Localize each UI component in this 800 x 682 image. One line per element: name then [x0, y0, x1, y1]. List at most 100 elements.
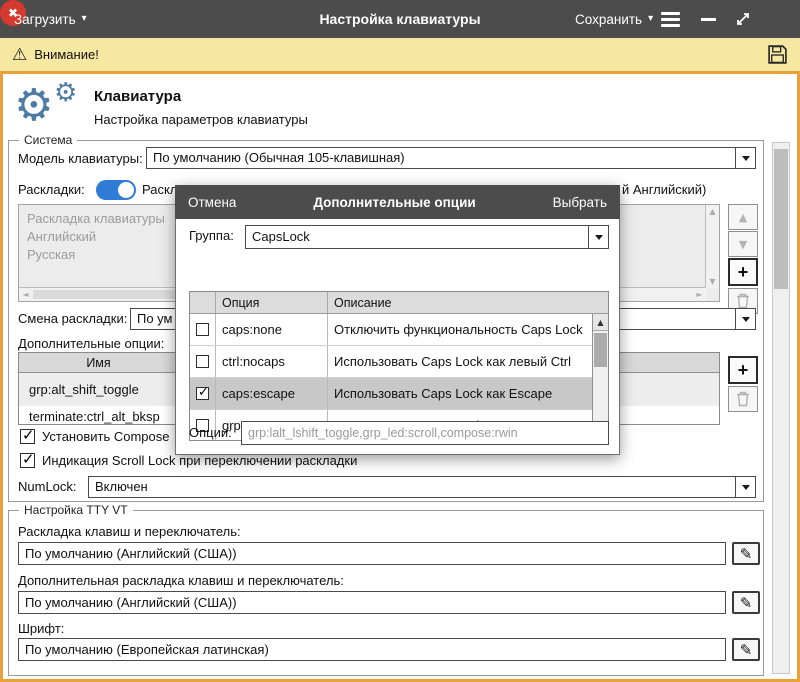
option-name: caps:escape: [216, 378, 328, 409]
numlock-value: Включен: [95, 477, 733, 497]
compose-checkbox-label: Установить Compose: [42, 429, 169, 444]
keyboard-model-dropdown[interactable]: По умолчанию (Обычная 105-клавишная): [146, 147, 756, 169]
option-name: terminate:ctrl_alt_bksp: [29, 409, 160, 424]
hamburger-menu-icon[interactable]: [658, 7, 682, 31]
delete-option-button[interactable]: [728, 386, 758, 412]
option-row[interactable]: ctrl:nocaps Использовать Caps Lock как л…: [190, 346, 592, 378]
scroll-lock-checkbox[interactable]: [20, 453, 35, 468]
gear-icon: ⚙: [54, 80, 77, 106]
scroll-right-icon[interactable]: ►: [693, 288, 706, 301]
warning-text: Внимание!: [34, 47, 99, 62]
list-item[interactable]: Английский: [27, 229, 96, 244]
keyboard-settings-window: Загрузить ▾ Настройка клавиатуры Сохрани…: [0, 0, 800, 682]
numlock-label: NumLock:: [18, 479, 77, 494]
tty-extra-layout-input[interactable]: [18, 591, 726, 614]
chevron-down-icon: [742, 485, 750, 490]
tty-layout-input[interactable]: [18, 542, 726, 565]
group-value: CapsLock: [252, 226, 586, 248]
pencil-icon: ✎: [740, 594, 753, 612]
scroll-down-icon[interactable]: ▼: [706, 275, 719, 288]
scrollbar-thumb[interactable]: [774, 149, 788, 289]
tty-layout-label: Раскладка клавиш и переключатель:: [18, 524, 241, 539]
option-desc: Отключить функциональность Caps Lock: [328, 314, 592, 345]
tty-font-input[interactable]: [18, 638, 726, 661]
scrollbar-thumb[interactable]: [594, 333, 607, 367]
option-desc: Использовать Caps Lock как левый Ctrl: [328, 346, 592, 377]
dialog-body: Группа: CapsLock Опция Описание caps:non…: [175, 219, 620, 455]
scroll-up-icon[interactable]: ▲: [706, 205, 719, 218]
chevron-down-icon: [595, 235, 603, 240]
layouts-text-right: й Английский): [622, 182, 706, 197]
layouts-text-left: Раскл: [142, 182, 177, 197]
option-name: ctrl:nocaps: [216, 346, 328, 377]
up-arrow-icon: ▲: [739, 211, 747, 224]
name-column-header: Имя: [19, 353, 179, 373]
titlebar: Загрузить ▾ Настройка клавиатуры Сохрани…: [0, 0, 800, 38]
trash-icon: [736, 391, 750, 407]
layout-list-header: Раскладка клавиатуры: [27, 211, 165, 226]
system-legend: Система: [19, 133, 77, 147]
list-vertical-scrollbar[interactable]: ▲ ▼: [705, 205, 719, 288]
chevron-down-icon: [742, 317, 750, 322]
main-scrollbar[interactable]: [772, 142, 790, 674]
option-name: caps:none: [216, 314, 328, 345]
extra-options-dialog: Отмена Дополнительные опции Выбрать Груп…: [175, 185, 620, 455]
options-select-table[interactable]: Опция Описание caps:none Отключить функц…: [189, 291, 609, 441]
layouts-label: Раскладки:: [18, 182, 85, 197]
group-dropdown[interactable]: CapsLock: [245, 225, 609, 249]
expand-icon[interactable]: [731, 7, 755, 31]
option-column-header: Опция: [216, 292, 328, 313]
dialog-titlebar: Отмена Дополнительные опции Выбрать: [175, 185, 620, 219]
edit-button[interactable]: ✎: [732, 542, 760, 565]
tty-extra-layout-label: Дополнительная раскладка клавиш и перекл…: [18, 573, 344, 588]
down-arrow-icon: ▼: [739, 238, 747, 251]
options-string-label: Опции:: [189, 425, 232, 440]
warning-icon: ⚠: [12, 45, 27, 65]
add-option-button[interactable]: +: [728, 356, 758, 384]
pencil-icon: ✎: [740, 545, 753, 563]
option-checkbox[interactable]: [196, 355, 209, 368]
scroll-up-icon[interactable]: ▲: [593, 314, 608, 331]
plus-icon: +: [738, 360, 749, 381]
move-down-button[interactable]: ▼: [728, 231, 758, 257]
cancel-button[interactable]: Отмена: [188, 195, 236, 210]
chevron-down-icon: ▾: [648, 14, 653, 24]
extra-options-label: Дополнительные опции:: [18, 336, 164, 351]
edit-button[interactable]: ✎: [732, 638, 760, 661]
tty-legend: Настройка TTY VT: [19, 503, 133, 517]
compose-checkbox[interactable]: [20, 429, 35, 444]
options-string-input[interactable]: [241, 421, 609, 445]
gear-icon: ⚙: [14, 84, 53, 128]
option-checkbox[interactable]: [196, 387, 209, 400]
pencil-icon: ✎: [740, 641, 753, 659]
page-title: Клавиатура: [94, 88, 181, 105]
toggle-knob: [118, 182, 134, 198]
plus-icon: +: [738, 262, 749, 283]
scroll-lock-checkbox-label: Индикация Scroll Lock при переключении р…: [42, 453, 357, 468]
option-checkbox[interactable]: [196, 323, 209, 336]
add-layout-button[interactable]: +: [728, 258, 758, 286]
layout-switch-label: Смена раскладки:: [18, 311, 127, 326]
page-subtitle: Настройка параметров клавиатуры: [94, 112, 308, 127]
option-row[interactable]: caps:none Отключить функциональность Cap…: [190, 314, 592, 346]
save-menu-label: Сохранить: [575, 12, 642, 27]
option-row[interactable]: caps:escape Использовать Caps Lock как E…: [190, 378, 592, 410]
trash-icon: [736, 293, 750, 309]
keyboard-model-label: Модель клавиатуры:: [18, 151, 143, 166]
minimize-icon[interactable]: [696, 7, 720, 31]
option-desc: Использовать Caps Lock как Escape: [328, 378, 592, 409]
layouts-toggle[interactable]: [96, 180, 136, 200]
edit-button[interactable]: ✎: [732, 591, 760, 614]
keyboard-model-value: По умолчанию (Обычная 105-клавишная): [153, 148, 733, 168]
scroll-left-icon[interactable]: ◄: [19, 288, 32, 301]
dialog-title: Дополнительные опции: [313, 195, 475, 210]
move-up-button[interactable]: ▲: [728, 204, 758, 230]
tty-font-label: Шрифт:: [18, 621, 64, 636]
save-file-icon[interactable]: [767, 44, 788, 65]
select-button[interactable]: Выбрать: [553, 195, 607, 210]
option-name: grp:alt_shift_toggle: [29, 382, 139, 397]
warning-bar: ⚠ Внимание!: [0, 38, 800, 71]
save-menu-button[interactable]: Сохранить ▾: [575, 0, 653, 38]
list-item[interactable]: Русская: [27, 247, 75, 262]
numlock-dropdown[interactable]: Включен: [88, 476, 756, 498]
